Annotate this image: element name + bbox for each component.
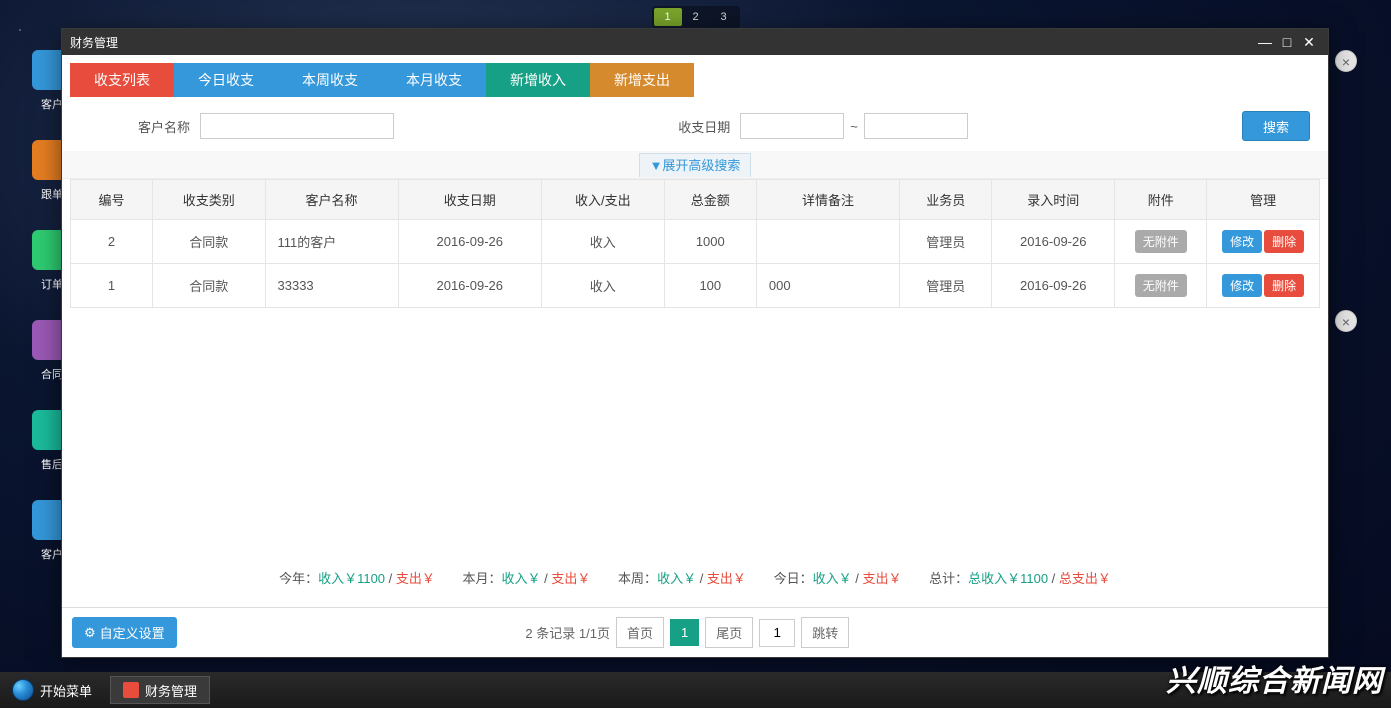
no-attachment-badge: 无附件 [1135, 230, 1187, 253]
page-last[interactable]: 尾页 [705, 617, 753, 648]
window-bottom-bar: ⚙ 自定义设置 2 条记录 1/1页 首页 1 尾页 跳转 [62, 607, 1328, 657]
minimize-button[interactable]: — [1254, 34, 1276, 50]
finance-table: 编号 收支类别 客户名称 收支日期 收入/支出 总金额 详情备注 业务员 录入时… [70, 179, 1320, 308]
window-title: 财务管理 [70, 34, 118, 51]
filter-bar: 客户名称 收支日期 ~ 搜索 [62, 97, 1328, 151]
edit-button[interactable]: 修改 [1222, 230, 1262, 253]
windows-orb-icon [12, 679, 34, 701]
main-tabs: 收支列表 今日收支 本周收支 本月收支 新增收入 新增支出 [62, 55, 1328, 97]
table-header-row: 编号 收支类别 客户名称 收支日期 收入/支出 总金额 详情备注 业务员 录入时… [71, 180, 1320, 220]
page-first[interactable]: 首页 [616, 617, 664, 648]
no-attachment-badge: 无附件 [1135, 274, 1187, 297]
pagination: 2 条记录 1/1页 首页 1 尾页 跳转 [525, 617, 849, 648]
page-goto-input[interactable] [759, 619, 795, 647]
tab-list[interactable]: 收支列表 [70, 63, 174, 97]
tab-add-expense[interactable]: 新增支出 [590, 63, 694, 97]
pager-3[interactable]: 3 [710, 8, 738, 26]
close-button[interactable]: ✕ [1298, 34, 1320, 51]
delete-button[interactable]: 删除 [1264, 274, 1304, 297]
summary-bar: 今年：收入￥1100 / 支出￥ 本月：收入￥ / 支出￥ 本周：收入￥ / 支… [70, 558, 1320, 597]
titlebar: 财务管理 — □ ✕ [62, 29, 1328, 55]
start-menu-button[interactable]: 开始菜单 [0, 672, 104, 708]
page-goto-button[interactable]: 跳转 [801, 617, 849, 648]
tab-today[interactable]: 今日收支 [174, 63, 278, 97]
maximize-button[interactable]: □ [1276, 34, 1298, 50]
table-row: 2合同款111的客户2016-09-26收入1000管理员2016-09-26无… [71, 220, 1320, 264]
customer-label: 客户名称 [80, 117, 200, 136]
date-from-input[interactable] [740, 113, 844, 139]
delete-button[interactable]: 删除 [1264, 230, 1304, 253]
tab-month[interactable]: 本月收支 [382, 63, 486, 97]
table-row: 1合同款333332016-09-26收入100000管理员2016-09-26… [71, 264, 1320, 308]
taskbar-item-finance[interactable]: 财务管理 [110, 676, 210, 704]
search-button[interactable]: 搜索 [1242, 111, 1310, 141]
edit-button[interactable]: 修改 [1222, 274, 1262, 297]
gear-icon: ⚙ [84, 625, 96, 641]
pager-1[interactable]: 1 [654, 8, 682, 26]
tilde: ~ [844, 119, 864, 134]
page-current[interactable]: 1 [670, 619, 699, 646]
tab-week[interactable]: 本周收支 [278, 63, 382, 97]
close-bubble-2[interactable]: × [1335, 310, 1357, 332]
taskbar-app-icon [123, 682, 139, 698]
custom-settings-button[interactable]: ⚙ 自定义设置 [72, 617, 177, 648]
pager-2[interactable]: 2 [682, 8, 710, 26]
tab-add-income[interactable]: 新增收入 [486, 63, 590, 97]
date-label: 收支日期 [668, 117, 740, 136]
advanced-search-toggle[interactable]: ▼展开高级搜索 [62, 151, 1328, 179]
close-bubble-1[interactable]: × [1335, 50, 1357, 72]
desktop-pager: 1 2 3 [652, 6, 740, 28]
date-to-input[interactable] [864, 113, 968, 139]
customer-input[interactable] [200, 113, 394, 139]
finance-window: 财务管理 — □ ✕ 收支列表 今日收支 本周收支 本月收支 新增收入 新增支出… [61, 28, 1329, 658]
watermark: 兴顺综合新闻网 [1166, 656, 1383, 700]
page-info: 2 条记录 1/1页 [525, 623, 610, 642]
